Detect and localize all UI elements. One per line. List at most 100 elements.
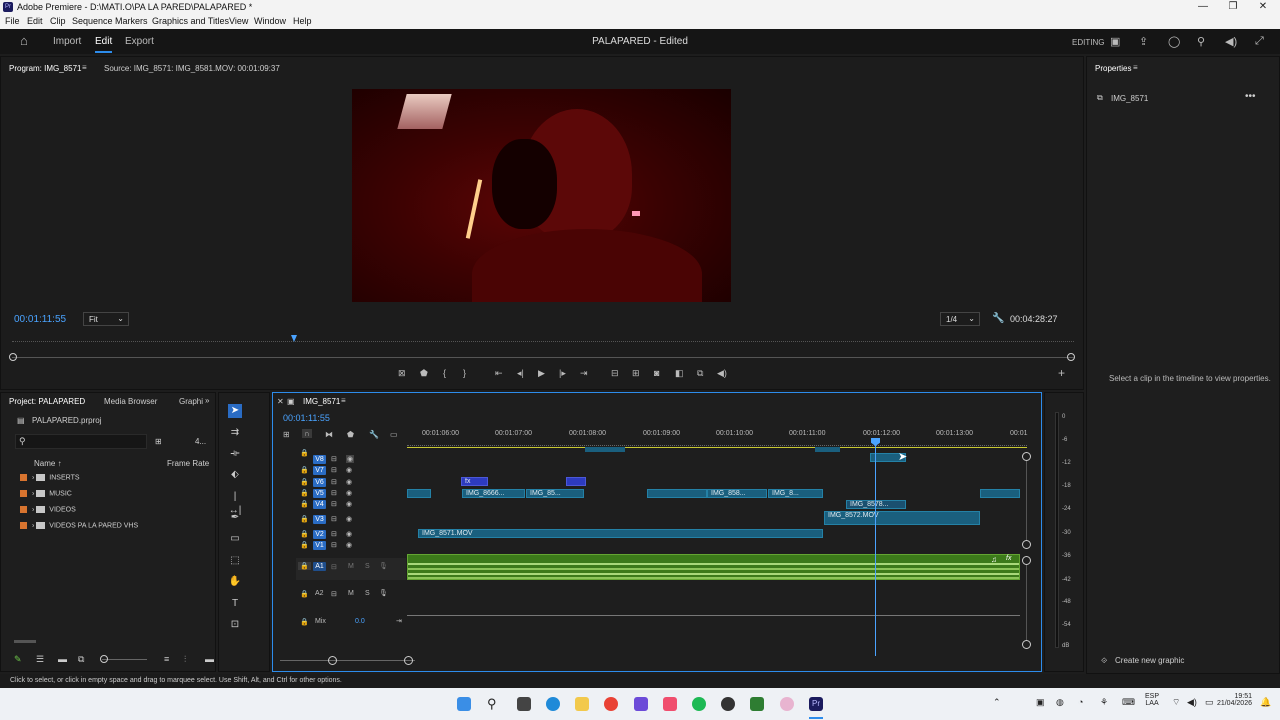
eye-icon[interactable]: ◉ (346, 466, 352, 474)
track-target-v3[interactable]: V3 (313, 515, 326, 524)
track-target-a1[interactable]: A1 (313, 562, 326, 571)
share-icon[interactable]: ⇪ (1139, 35, 1148, 48)
add-marker-icon[interactable]: ⬟ (420, 368, 428, 379)
col-frame-rate[interactable]: Frame Rate (167, 459, 209, 468)
timeline-ruler[interactable] (407, 440, 1027, 446)
resolution-select[interactable]: 1/4 ⌄ (940, 312, 980, 326)
tray-icon[interactable]: ▣ (1036, 697, 1045, 708)
expand-icon[interactable]: › (32, 490, 34, 497)
automate-icon[interactable]: ⫶ (184, 654, 186, 665)
clip-v6-b[interactable] (566, 477, 586, 486)
mute-button[interactable]: M (348, 563, 354, 570)
lift-icon[interactable]: ⊟ (611, 368, 619, 379)
close-icon[interactable]: ✕ (1248, 1, 1278, 12)
wifi-icon[interactable]: ⌔ (1172, 697, 1180, 708)
track-target-v2[interactable]: V2 (313, 530, 326, 539)
sync-lock-icon[interactable]: ⊟ (331, 500, 337, 508)
tray-icon[interactable]: ◍ (1056, 697, 1064, 708)
zoom-handle-right[interactable] (1067, 353, 1075, 361)
track-lock-icon[interactable]: 🔒 (300, 515, 309, 523)
nest-icon[interactable]: ⊞ (283, 430, 290, 439)
spotify-icon[interactable] (692, 697, 706, 711)
timeline-settings-icon[interactable]: 🔧 (369, 430, 379, 439)
music-app-icon[interactable] (663, 697, 677, 711)
menu-edit[interactable]: Edit (27, 16, 43, 26)
search-icon[interactable]: ⚲ (1197, 35, 1205, 48)
extract-icon[interactable]: ⊞ (632, 368, 640, 379)
clip-v5-85[interactable]: IMG_85... (526, 489, 584, 498)
file-explorer-icon[interactable] (575, 697, 589, 711)
add-button-icon[interactable]: + (1058, 366, 1065, 380)
fx-badge[interactable]: fx (1006, 555, 1011, 562)
captions-icon[interactable]: ▭ (390, 430, 398, 439)
mix-value[interactable]: 0.0 (355, 618, 365, 625)
track-target-v7[interactable]: V7 (313, 466, 326, 475)
linked-selection-icon[interactable]: ⧓ (325, 430, 333, 439)
audio-clip-a1[interactable] (407, 554, 1020, 580)
workspaces-icon[interactable]: ▣ (1110, 35, 1120, 48)
notification-icon[interactable]: 🔔 (1260, 697, 1271, 708)
timeline-zoom-bar[interactable] (280, 660, 415, 661)
panel-menu-icon[interactable]: ≡ (341, 396, 346, 405)
go-to-in-icon[interactable]: ⇤ (495, 368, 503, 379)
play-icon[interactable]: ▶ (538, 368, 545, 379)
volume-icon[interactable]: ◀) (1187, 697, 1197, 708)
camera-icon[interactable]: ◙ (654, 368, 659, 378)
sync-lock-icon[interactable]: ⊟ (331, 478, 337, 486)
clip-v8-top[interactable] (585, 447, 625, 452)
tab-media-browser[interactable]: Media Browser (104, 397, 157, 406)
project-row-vhs[interactable]: › VIDEOS PA LA PARED VHS (20, 522, 138, 529)
menu-clip[interactable]: Clip (50, 16, 66, 26)
mute-button[interactable]: M (348, 590, 354, 597)
track-lock-icon[interactable]: 🔒 (300, 489, 309, 497)
menu-window[interactable]: Window (254, 16, 286, 26)
sort-icon[interactable]: ≡ (164, 654, 169, 664)
rectangle-icon[interactable]: ▭ (228, 532, 242, 546)
type-icon[interactable]: T (228, 597, 242, 611)
minimize-icon[interactable]: — (1188, 1, 1218, 12)
menu-graphics[interactable]: Graphics and Titles (152, 16, 229, 26)
close-tab-icon[interactable]: ✕ (277, 397, 284, 406)
zoom-handle-left[interactable] (328, 656, 337, 665)
panel-menu-icon[interactable]: ≡ (82, 63, 87, 72)
track-target-v8[interactable]: V8 (313, 455, 326, 464)
properties-title[interactable]: Properties (1095, 64, 1131, 73)
clip-v5-8666[interactable]: IMG_8666... (462, 489, 525, 498)
eye-icon[interactable]: ◉ (346, 530, 352, 538)
go-to-end-icon[interactable]: ⇥ (396, 617, 402, 625)
eye-icon[interactable]: ◉ (346, 515, 352, 523)
mark-in-icon[interactable]: { (443, 368, 446, 378)
thumbnail-size-slider[interactable] (102, 659, 147, 660)
sync-lock-icon[interactable]: ⊟ (331, 515, 337, 523)
program-video-frame[interactable] (352, 89, 731, 302)
pen-icon[interactable]: ✒ (228, 511, 242, 525)
video-scrollbar[interactable] (1026, 461, 1027, 541)
task-view-icon[interactable] (517, 697, 531, 711)
monitor-time-ruler[interactable] (12, 334, 1074, 342)
insert-marker-icon[interactable]: ⊠ (398, 368, 406, 379)
freeform-view-icon[interactable]: ⧉ (78, 654, 84, 665)
track-target-v1[interactable]: V1 (313, 541, 326, 550)
sync-lock-icon[interactable]: ⊟ (331, 530, 337, 538)
track-lock-icon[interactable]: 🔒 (300, 466, 309, 474)
zoom-select[interactable]: Fit ⌄ (83, 312, 129, 326)
discord-icon[interactable] (634, 697, 648, 711)
sync-lock-icon[interactable]: ⊟ (331, 590, 337, 598)
fullscreen-icon[interactable]: ⤢ (1255, 35, 1264, 48)
edge-icon[interactable] (546, 697, 560, 711)
step-back-icon[interactable]: ◂| (517, 368, 524, 379)
clip-v5[interactable] (407, 489, 431, 498)
new-bin-icon[interactable]: ⊞ (155, 437, 162, 446)
solo-button[interactable]: S (365, 563, 370, 570)
zoom-handle-left[interactable] (9, 353, 17, 361)
panel-menu-icon[interactable]: ≡ (1133, 63, 1138, 72)
clip-v2-8571[interactable]: IMG_8571.MOV (418, 529, 823, 538)
selection-tool-icon[interactable]: ➤ (228, 404, 242, 418)
clip-v5-858[interactable]: IMG_858... (707, 489, 767, 498)
track-target-v5[interactable]: V5 (313, 489, 326, 498)
mark-out-icon[interactable]: } (463, 368, 466, 378)
create-graphic-button[interactable]: Create new graphic (1115, 656, 1184, 665)
track-lock-icon[interactable]: 🔒 (300, 449, 309, 457)
menu-sequence[interactable]: Sequence (72, 16, 113, 26)
minecraft-icon[interactable] (750, 697, 764, 711)
